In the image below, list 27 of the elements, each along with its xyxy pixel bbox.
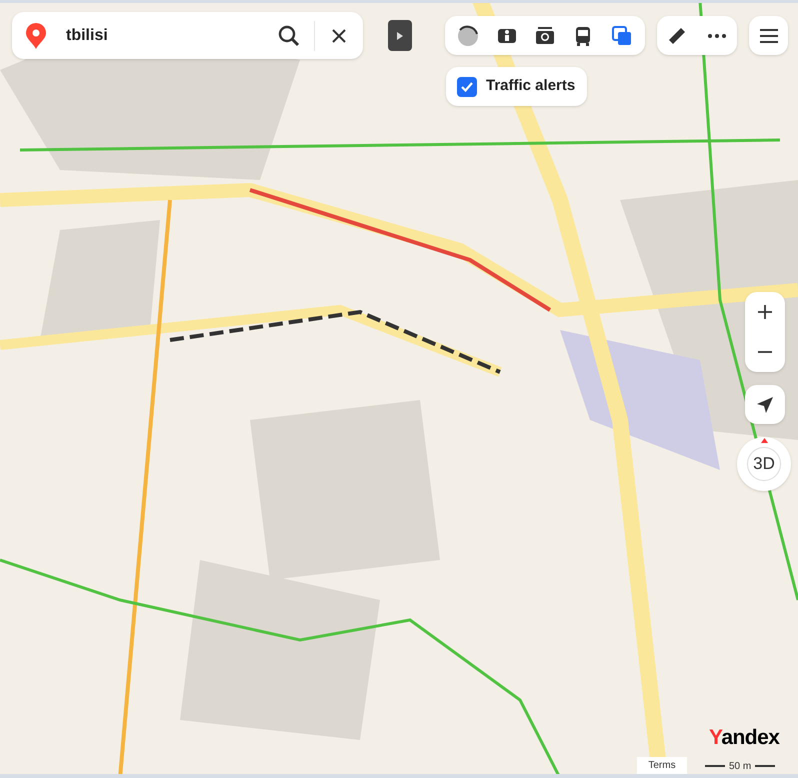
search-icon <box>278 24 300 46</box>
scale-label: 50 m <box>729 760 752 774</box>
checkbox[interactable] <box>457 76 477 96</box>
search-field[interactable]: tbilisi <box>12 12 363 59</box>
location-arrow-icon <box>756 396 774 414</box>
terms-link[interactable]: Terms <box>637 757 687 774</box>
map-pin-icon <box>26 22 46 48</box>
minus-icon <box>757 351 773 353</box>
location-button[interactable] <box>745 385 785 424</box>
traffic-alerts-checkbox[interactable]: Traffic alerts <box>446 67 588 106</box>
menu-button[interactable] <box>749 16 788 55</box>
close-icon <box>332 28 346 42</box>
search-input: tbilisi <box>66 24 266 48</box>
3d-button[interactable]: 3D <box>747 447 781 481</box>
more-icon <box>708 34 726 38</box>
checkbox-label: Traffic alerts <box>486 76 576 96</box>
plus-icon <box>757 304 773 320</box>
layers-icon <box>610 24 633 46</box>
logo: Yandex <box>709 727 780 748</box>
traffic-icon <box>457 24 480 46</box>
checkmark-icon <box>461 82 473 92</box>
ruler-icon <box>667 26 687 46</box>
menu-icon <box>760 28 778 42</box>
north-marker-icon <box>761 438 768 443</box>
camera-icon <box>534 24 556 46</box>
play-icon <box>397 32 403 40</box>
expand-button[interactable] <box>388 20 412 51</box>
